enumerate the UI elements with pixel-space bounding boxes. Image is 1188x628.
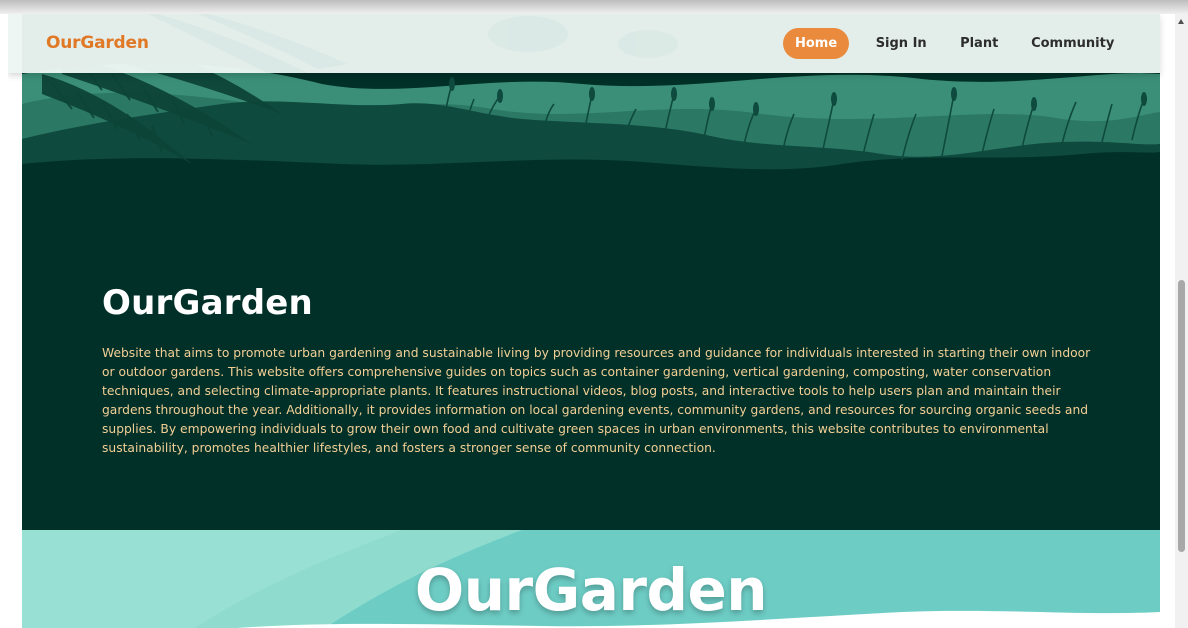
scrollbar-thumb[interactable] bbox=[1178, 280, 1185, 552]
hero-title: OurGarden bbox=[102, 283, 313, 323]
page-viewport: OurGarden Website that aims to promote u… bbox=[8, 14, 1175, 628]
scroll-up-arrow-icon[interactable] bbox=[1175, 14, 1188, 28]
window-top-edge bbox=[0, 0, 1188, 14]
nav-sign-in-link[interactable]: Sign In bbox=[864, 28, 938, 59]
nav-home-button[interactable]: Home bbox=[783, 28, 850, 59]
second-section: OurGarden bbox=[22, 530, 1160, 628]
nav-community-link[interactable]: Community bbox=[1025, 28, 1120, 59]
nav-plant-link[interactable]: Plant bbox=[943, 28, 1015, 59]
hero-description: Website that aims to promote urban garde… bbox=[102, 346, 1091, 455]
brand-logo[interactable]: OurGarden bbox=[46, 31, 149, 55]
page-content: OurGarden Website that aims to promote u… bbox=[22, 14, 1160, 628]
vertical-scrollbar[interactable] bbox=[1175, 14, 1188, 628]
hero-section: OurGarden Website that aims to promote u… bbox=[102, 282, 1092, 458]
nav-links: Home Sign In Plant Community bbox=[783, 28, 1120, 59]
navbar: OurGarden Home Sign In Plant Community bbox=[8, 14, 1160, 73]
browser-frame: OurGarden Website that aims to promote u… bbox=[0, 0, 1188, 628]
second-section-title: OurGarden bbox=[414, 556, 768, 624]
